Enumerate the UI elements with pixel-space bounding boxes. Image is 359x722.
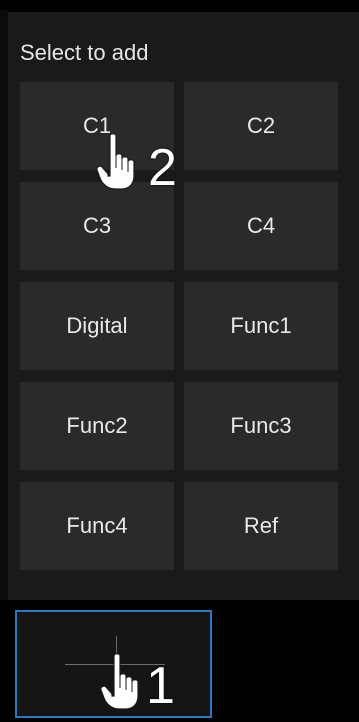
source-button-digital[interactable]: Digital bbox=[20, 282, 174, 370]
source-button-func3[interactable]: Func3 bbox=[184, 382, 338, 470]
step-number-2: 2 bbox=[148, 139, 177, 197]
source-button-ref[interactable]: Ref bbox=[184, 482, 338, 570]
pointing-hand-icon bbox=[96, 133, 135, 190]
top-frame bbox=[0, 0, 359, 10]
pointing-hand-icon bbox=[100, 653, 139, 710]
source-button-c4[interactable]: C4 bbox=[184, 182, 338, 270]
source-button-func1[interactable]: Func1 bbox=[184, 282, 338, 370]
source-button-c2[interactable]: C2 bbox=[184, 82, 338, 170]
source-button-func4[interactable]: Func4 bbox=[20, 482, 174, 570]
step-number-1: 1 bbox=[146, 657, 175, 715]
panel-title: Select to add bbox=[20, 40, 149, 65]
source-button-func2[interactable]: Func2 bbox=[20, 382, 174, 470]
